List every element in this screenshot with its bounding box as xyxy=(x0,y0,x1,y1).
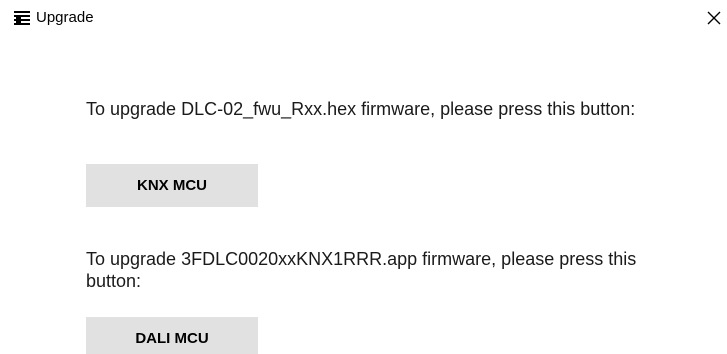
knx-upgrade-message: To upgrade DLC-02_fwu_Rxx.hex firmware, … xyxy=(86,99,636,119)
close-button[interactable] xyxy=(707,4,727,32)
close-icon xyxy=(707,11,721,25)
upgrade-window-icon xyxy=(14,11,30,25)
knx-mcu-button[interactable]: KNX MCU xyxy=(86,164,258,207)
dali-upgrade-message: To upgrade 3FDLC0020xxKNX1RRR.app firmwa… xyxy=(86,249,637,291)
title-bar: Upgrade xyxy=(0,0,727,36)
upgrade-dialog: Upgrade To upgrade DLC-02_fwu_Rxx.hex fi… xyxy=(0,0,727,354)
window-title: Upgrade xyxy=(36,9,94,26)
dali-mcu-button[interactable]: DALI MCU xyxy=(86,317,258,354)
